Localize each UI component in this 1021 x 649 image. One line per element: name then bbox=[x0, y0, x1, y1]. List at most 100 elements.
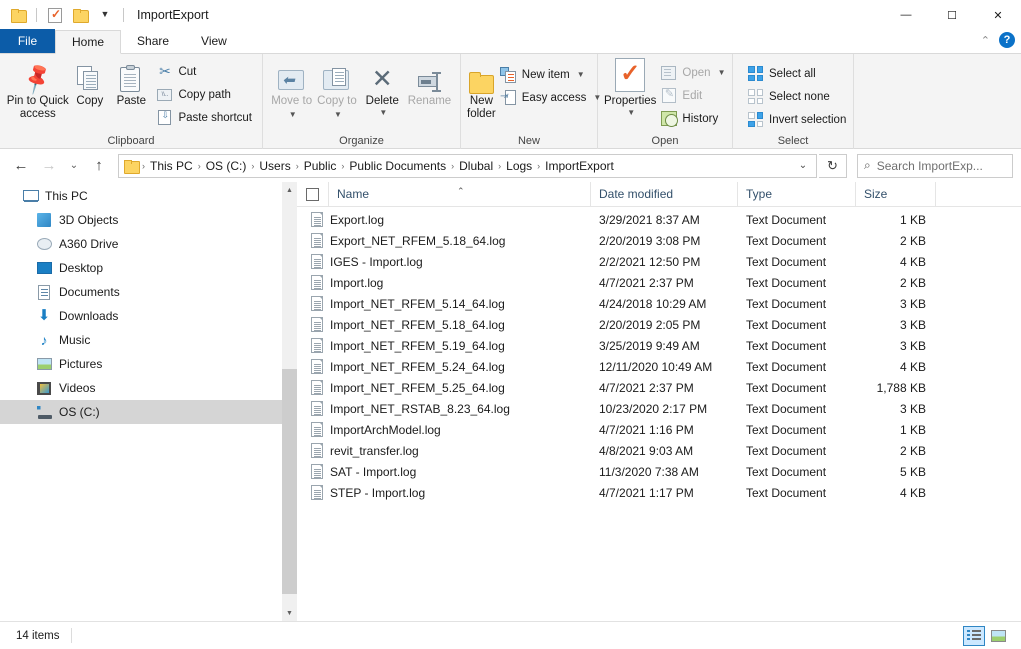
scrollbar-thumb[interactable] bbox=[282, 369, 297, 594]
copy-button[interactable]: Copy bbox=[70, 58, 110, 108]
back-button[interactable]: ← bbox=[8, 153, 34, 179]
file-name-cell: Import_NET_RFEM_5.25_64.log bbox=[297, 380, 591, 395]
text-document-icon bbox=[311, 338, 323, 353]
cut-button[interactable]: ✂ Cut bbox=[152, 61, 256, 82]
breadcrumb-item-os-c[interactable]: OS (C:) bbox=[202, 156, 251, 176]
paste-shortcut-button[interactable]: Paste shortcut bbox=[152, 107, 256, 128]
column-headers: Name ⌃ Date modified Type Size bbox=[297, 182, 1021, 207]
copy-to-button[interactable]: Copy to ▼ bbox=[314, 58, 359, 121]
open-button[interactable]: Open ▼ bbox=[656, 62, 729, 83]
table-row[interactable]: Import_NET_RFEM_5.19_64.log3/25/2019 9:4… bbox=[297, 335, 1021, 356]
qat-customize-dropdown[interactable]: ▼ bbox=[95, 5, 115, 25]
forward-button[interactable]: → bbox=[36, 153, 62, 179]
open-dropdown-icon[interactable]: ▼ bbox=[718, 68, 726, 77]
search-input[interactable]: Search ImportExp... bbox=[877, 159, 983, 173]
tab-view[interactable]: View bbox=[185, 29, 243, 53]
clipboard-small-buttons: ✂ Cut \\.. Copy path Paste shortcut bbox=[152, 58, 256, 128]
invert-selection-icon bbox=[747, 111, 764, 128]
search-box[interactable]: ⌕ Search ImportExp... bbox=[857, 154, 1013, 178]
close-button[interactable]: ✕ bbox=[975, 0, 1021, 30]
rename-button[interactable]: Rename bbox=[405, 58, 454, 108]
help-icon[interactable]: ? bbox=[999, 32, 1015, 48]
column-header-size[interactable]: Size bbox=[856, 182, 936, 207]
navigation-scrollbar[interactable]: ▲ ▼ bbox=[282, 182, 297, 621]
collapse-ribbon-icon[interactable]: ⌃ bbox=[981, 34, 990, 47]
table-row[interactable]: Import_NET_RFEM_5.24_64.log12/11/2020 10… bbox=[297, 356, 1021, 377]
music-icon: ♪ bbox=[36, 332, 52, 348]
easy-access-icon: ⇥ bbox=[500, 89, 517, 106]
large-icons-view-button[interactable] bbox=[987, 626, 1009, 646]
sidebar-item-desktop[interactable]: Desktop bbox=[0, 256, 297, 280]
table-row[interactable]: Export.log3/29/2021 8:37 AMText Document… bbox=[297, 209, 1021, 230]
tab-file[interactable]: File bbox=[0, 29, 55, 53]
file-name-label: Import.log bbox=[330, 276, 383, 290]
tab-share[interactable]: Share bbox=[121, 29, 185, 53]
delete-dropdown-icon[interactable]: ▼ bbox=[379, 108, 387, 117]
select-all-checkbox[interactable] bbox=[297, 182, 329, 207]
table-row[interactable]: Import_NET_RFEM_5.25_64.log4/7/2021 2:37… bbox=[297, 377, 1021, 398]
breadcrumb-item-dlubal[interactable]: Dlubal bbox=[455, 156, 497, 176]
column-header-name[interactable]: Name ⌃ bbox=[329, 182, 591, 207]
paste-button[interactable]: Paste bbox=[110, 58, 152, 108]
file-type-cell: Text Document bbox=[738, 234, 856, 248]
tab-home[interactable]: Home bbox=[55, 30, 121, 54]
table-row[interactable]: Import_NET_RSTAB_8.23_64.log10/23/2020 2… bbox=[297, 398, 1021, 419]
breadcrumb-item-public-documents[interactable]: Public Documents bbox=[345, 156, 450, 176]
breadcrumb-item-public[interactable]: Public bbox=[300, 156, 341, 176]
move-to-button[interactable]: ⬅ Move to ▼ bbox=[269, 58, 314, 121]
sidebar-item-a360-drive[interactable]: A360 Drive bbox=[0, 232, 297, 256]
column-header-type[interactable]: Type bbox=[738, 182, 856, 207]
sidebar-item-3d-objects[interactable]: 3D Objects bbox=[0, 208, 297, 232]
new-item-dropdown-icon[interactable]: ▼ bbox=[577, 70, 585, 79]
table-row[interactable]: ImportArchModel.log4/7/2021 1:16 PMText … bbox=[297, 419, 1021, 440]
table-row[interactable]: revit_transfer.log4/8/2021 9:03 AMText D… bbox=[297, 440, 1021, 461]
edit-button[interactable]: Edit bbox=[656, 85, 729, 106]
copy-path-button[interactable]: \\.. Copy path bbox=[152, 84, 256, 105]
breadcrumb[interactable]: › This PC › OS (C:) › Users › Public › P… bbox=[118, 154, 817, 178]
select-all-button[interactable]: Select all bbox=[743, 63, 850, 84]
ribbon: 📌 Pin to Quick access Copy Paste ✂ Cut bbox=[0, 54, 1021, 149]
pin-to-quick-access-button[interactable]: 📌 Pin to Quick access bbox=[6, 58, 70, 120]
table-row[interactable]: IGES - Import.log2/2/2021 12:50 PMText D… bbox=[297, 251, 1021, 272]
sidebar-item-documents[interactable]: Documents bbox=[0, 280, 297, 304]
easy-access-button[interactable]: ⇥ Easy access ▼ bbox=[496, 87, 605, 108]
qat-new-folder-icon[interactable] bbox=[70, 5, 90, 25]
table-row[interactable]: Import_NET_RFEM_5.18_64.log2/20/2019 2:0… bbox=[297, 314, 1021, 335]
details-view-button[interactable] bbox=[963, 626, 985, 646]
sidebar-item-music[interactable]: ♪ Music bbox=[0, 328, 297, 352]
properties-button[interactable]: Properties ▼ bbox=[604, 58, 656, 117]
breadcrumb-dropdown-icon[interactable]: ⌄ bbox=[792, 155, 814, 177]
breadcrumb-item-this-pc[interactable]: This PC bbox=[146, 156, 197, 176]
sidebar-item-pictures[interactable]: Pictures bbox=[0, 352, 297, 376]
qat-properties-icon[interactable] bbox=[45, 5, 65, 25]
column-header-date-modified[interactable]: Date modified bbox=[591, 182, 738, 207]
scroll-down-arrow-icon[interactable]: ▼ bbox=[282, 605, 297, 621]
sidebar-item-os-c[interactable]: OS (C:) bbox=[0, 400, 297, 424]
new-item-button[interactable]: New item ▼ bbox=[496, 64, 605, 85]
breadcrumb-item-importexport[interactable]: ImportExport bbox=[541, 156, 618, 176]
select-none-button[interactable]: Select none bbox=[743, 86, 850, 107]
table-row[interactable]: SAT - Import.log11/3/2020 7:38 AMText Do… bbox=[297, 461, 1021, 482]
breadcrumb-item-logs[interactable]: Logs bbox=[502, 156, 536, 176]
file-type-cell: Text Document bbox=[738, 276, 856, 290]
sidebar-item-videos[interactable]: Videos bbox=[0, 376, 297, 400]
refresh-button[interactable]: ↻ bbox=[819, 154, 847, 178]
table-row[interactable]: Import_NET_RFEM_5.14_64.log4/24/2018 10:… bbox=[297, 293, 1021, 314]
history-button[interactable]: History bbox=[656, 108, 729, 129]
sidebar-item-this-pc[interactable]: This PC bbox=[0, 184, 297, 208]
invert-selection-button[interactable]: Invert selection bbox=[743, 109, 850, 130]
up-button[interactable]: ↑ bbox=[86, 153, 112, 179]
table-row[interactable]: Export_NET_RFEM_5.18_64.log2/20/2019 3:0… bbox=[297, 230, 1021, 251]
minimize-button[interactable]: — bbox=[883, 0, 929, 30]
delete-button[interactable]: ✕ Delete ▼ bbox=[360, 58, 405, 117]
breadcrumb-item-users[interactable]: Users bbox=[255, 156, 294, 176]
table-row[interactable]: STEP - Import.log4/7/2021 1:17 PMText Do… bbox=[297, 482, 1021, 503]
scroll-up-arrow-icon[interactable]: ▲ bbox=[282, 182, 297, 198]
recent-locations-button[interactable]: ⌄ bbox=[64, 153, 84, 179]
sidebar-item-downloads[interactable]: ⬇ Downloads bbox=[0, 304, 297, 328]
properties-dropdown-icon[interactable]: ▼ bbox=[627, 108, 635, 117]
maximize-button[interactable]: ☐ bbox=[929, 0, 975, 30]
qat-folder-icon[interactable] bbox=[8, 5, 28, 25]
table-row[interactable]: Import.log4/7/2021 2:37 PMText Document2… bbox=[297, 272, 1021, 293]
new-folder-button[interactable]: New folder bbox=[467, 58, 496, 120]
